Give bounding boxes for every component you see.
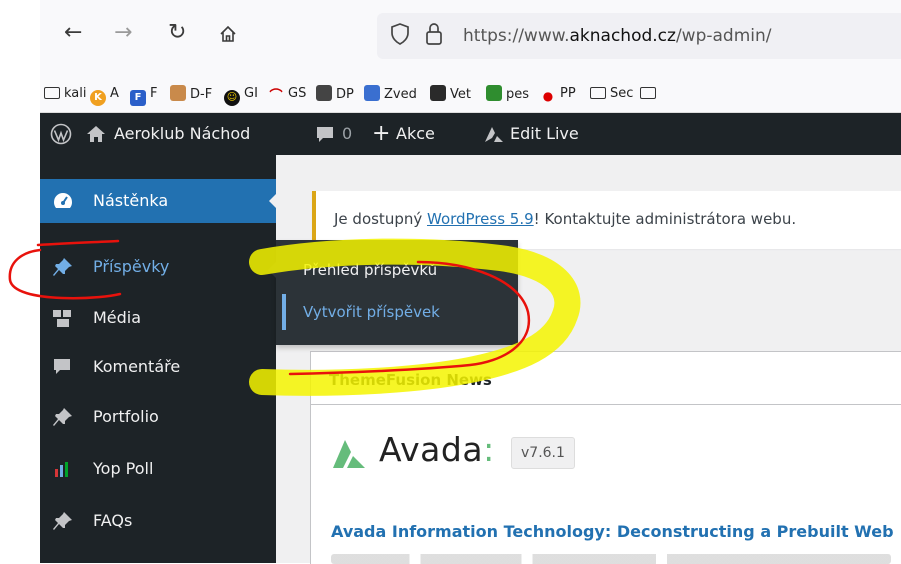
lock-icon[interactable]	[425, 22, 443, 46]
flag-icon	[364, 85, 380, 101]
f-logo-icon: F	[130, 90, 146, 106]
sidebar-item-label: Nástěnka	[93, 191, 169, 210]
sidebar-item-label: FAQs	[93, 511, 133, 530]
dp-icon	[316, 85, 332, 101]
wordpress-logo-icon[interactable]	[50, 123, 72, 145]
back-arrow-icon[interactable]: ←	[64, 22, 82, 44]
comment-icon	[54, 359, 70, 374]
reload-icon[interactable]: ↻	[168, 22, 186, 44]
widget-header[interactable]: ThemeFusion News	[311, 352, 901, 405]
bookmark-gs[interactable]: ⌒ GS	[268, 85, 306, 104]
news-article-link[interactable]: Avada Information Technology: Deconstruc…	[331, 522, 894, 541]
media-icon	[53, 310, 71, 327]
flyout-pointer	[268, 262, 276, 278]
shield-icon[interactable]	[391, 23, 409, 45]
notice-text: Je dostupný WordPress 5.9! Kontaktujte a…	[334, 210, 797, 228]
sidebar-item-posts[interactable]: Příspěvky	[40, 245, 276, 289]
wordpress-version-link[interactable]: WordPress 5.9	[427, 210, 534, 228]
flyout-item-add-new[interactable]: Vytvořit příspěvek	[282, 294, 522, 330]
avada-live-icon[interactable]	[484, 125, 504, 143]
bookmark-partial[interactable]	[640, 85, 660, 103]
main-content: Je dostupný WordPress 5.9! Kontaktujte a…	[276, 155, 901, 564]
version-badge: v7.6.1	[511, 437, 575, 469]
flyout-item-all-posts[interactable]: Přehled příspěvků	[276, 252, 518, 288]
sidebar-item-portfolio[interactable]: Portfolio	[40, 395, 276, 439]
admin-sidebar: Nástěnka Příspěvky Média Komentáře Portf…	[40, 155, 277, 563]
url-bar[interactable]: https://www.aknachod.cz/wp-admin/	[377, 13, 901, 59]
bookmark-d-f[interactable]: D-F	[170, 85, 212, 103]
sidebar-item-media[interactable]: Média	[40, 296, 276, 340]
sidebar-item-label: Komentáře	[93, 357, 181, 376]
folder-icon	[590, 87, 606, 99]
bookmarks-bar: kali KA FF D-F ☺ GI ⌒ GS DP Zved Vet pes ●…	[40, 76, 901, 113]
sidebar-item-yop-poll[interactable]: Yop Poll	[40, 447, 276, 491]
bookmark-sec[interactable]: Sec	[590, 85, 633, 103]
browser-toolbar: ← → ↻ https://www.aknachod.cz/wp-admin/	[40, 0, 901, 76]
sidebar-item-label: Média	[93, 308, 142, 327]
bookmark-pp[interactable]: ● PP	[540, 85, 576, 103]
k-logo-icon: K	[90, 90, 106, 106]
url-text[interactable]: https://www.aknachod.cz/wp-admin/	[463, 26, 772, 46]
photo-icon	[170, 85, 186, 101]
edit-live-link[interactable]: Edit Live	[510, 113, 579, 155]
sidebar-item-faqs[interactable]: FAQs	[40, 499, 276, 543]
bookmark-dp[interactable]: DP	[316, 85, 354, 103]
sidebar-item-label: Yop Poll	[93, 459, 154, 478]
bookmark-gi[interactable]: ☺ GI	[224, 85, 258, 106]
bookmark-vet[interactable]: Vet	[430, 85, 471, 103]
site-name-link[interactable]: Aeroklub Náchod	[114, 113, 250, 155]
pin-icon	[53, 512, 72, 530]
sidebar-item-dashboard[interactable]: Nástěnka	[40, 179, 277, 223]
vet-icon	[430, 85, 446, 101]
folder-icon	[44, 87, 60, 99]
home-icon[interactable]	[218, 24, 238, 44]
avada-brand: Avada:	[379, 430, 495, 469]
new-content-link[interactable]: Akce	[396, 113, 435, 155]
bookmark-zved[interactable]: Zved	[364, 85, 417, 103]
bookmark-pes[interactable]: pes	[486, 85, 529, 103]
url-domain: aknachod.cz	[569, 26, 676, 46]
dog-icon	[486, 85, 502, 101]
bookmark-kali[interactable]: kali	[44, 85, 87, 103]
themefusion-news-widget: ThemeFusion News Avada: v7.6.1 Avada Inf…	[310, 351, 901, 564]
pp-icon: ●	[542, 89, 554, 103]
comments-count[interactable]: 0	[342, 113, 352, 155]
poll-icon	[55, 462, 68, 477]
avada-logo-icon	[333, 440, 365, 468]
sidebar-item-label: Portfolio	[93, 407, 159, 426]
left-margin	[0, 0, 40, 563]
wp-admin-bar: Aeroklub Náchod 0 + Akce Edit Live	[40, 113, 901, 155]
forward-arrow-icon[interactable]: →	[114, 22, 132, 44]
home-icon[interactable]	[86, 125, 106, 143]
sidebar-item-comments[interactable]: Komentáře	[40, 345, 276, 389]
bookmark-a[interactable]: KA	[90, 85, 119, 106]
pin-icon	[53, 408, 72, 426]
smiley-icon: ☺	[224, 90, 240, 106]
pin-icon	[53, 258, 72, 276]
folder-icon	[640, 87, 656, 99]
sidebar-item-label: Příspěvky	[93, 257, 170, 276]
comment-icon[interactable]	[316, 126, 334, 144]
plus-icon[interactable]: +	[372, 113, 390, 155]
widget-title: ThemeFusion News	[329, 371, 492, 389]
wave-icon: ⌒	[269, 89, 283, 104]
dashboard-icon	[53, 193, 73, 208]
posts-flyout-menu: Přehled příspěvků Vytvořit příspěvek	[268, 240, 518, 345]
bookmark-f[interactable]: FF	[130, 85, 157, 106]
